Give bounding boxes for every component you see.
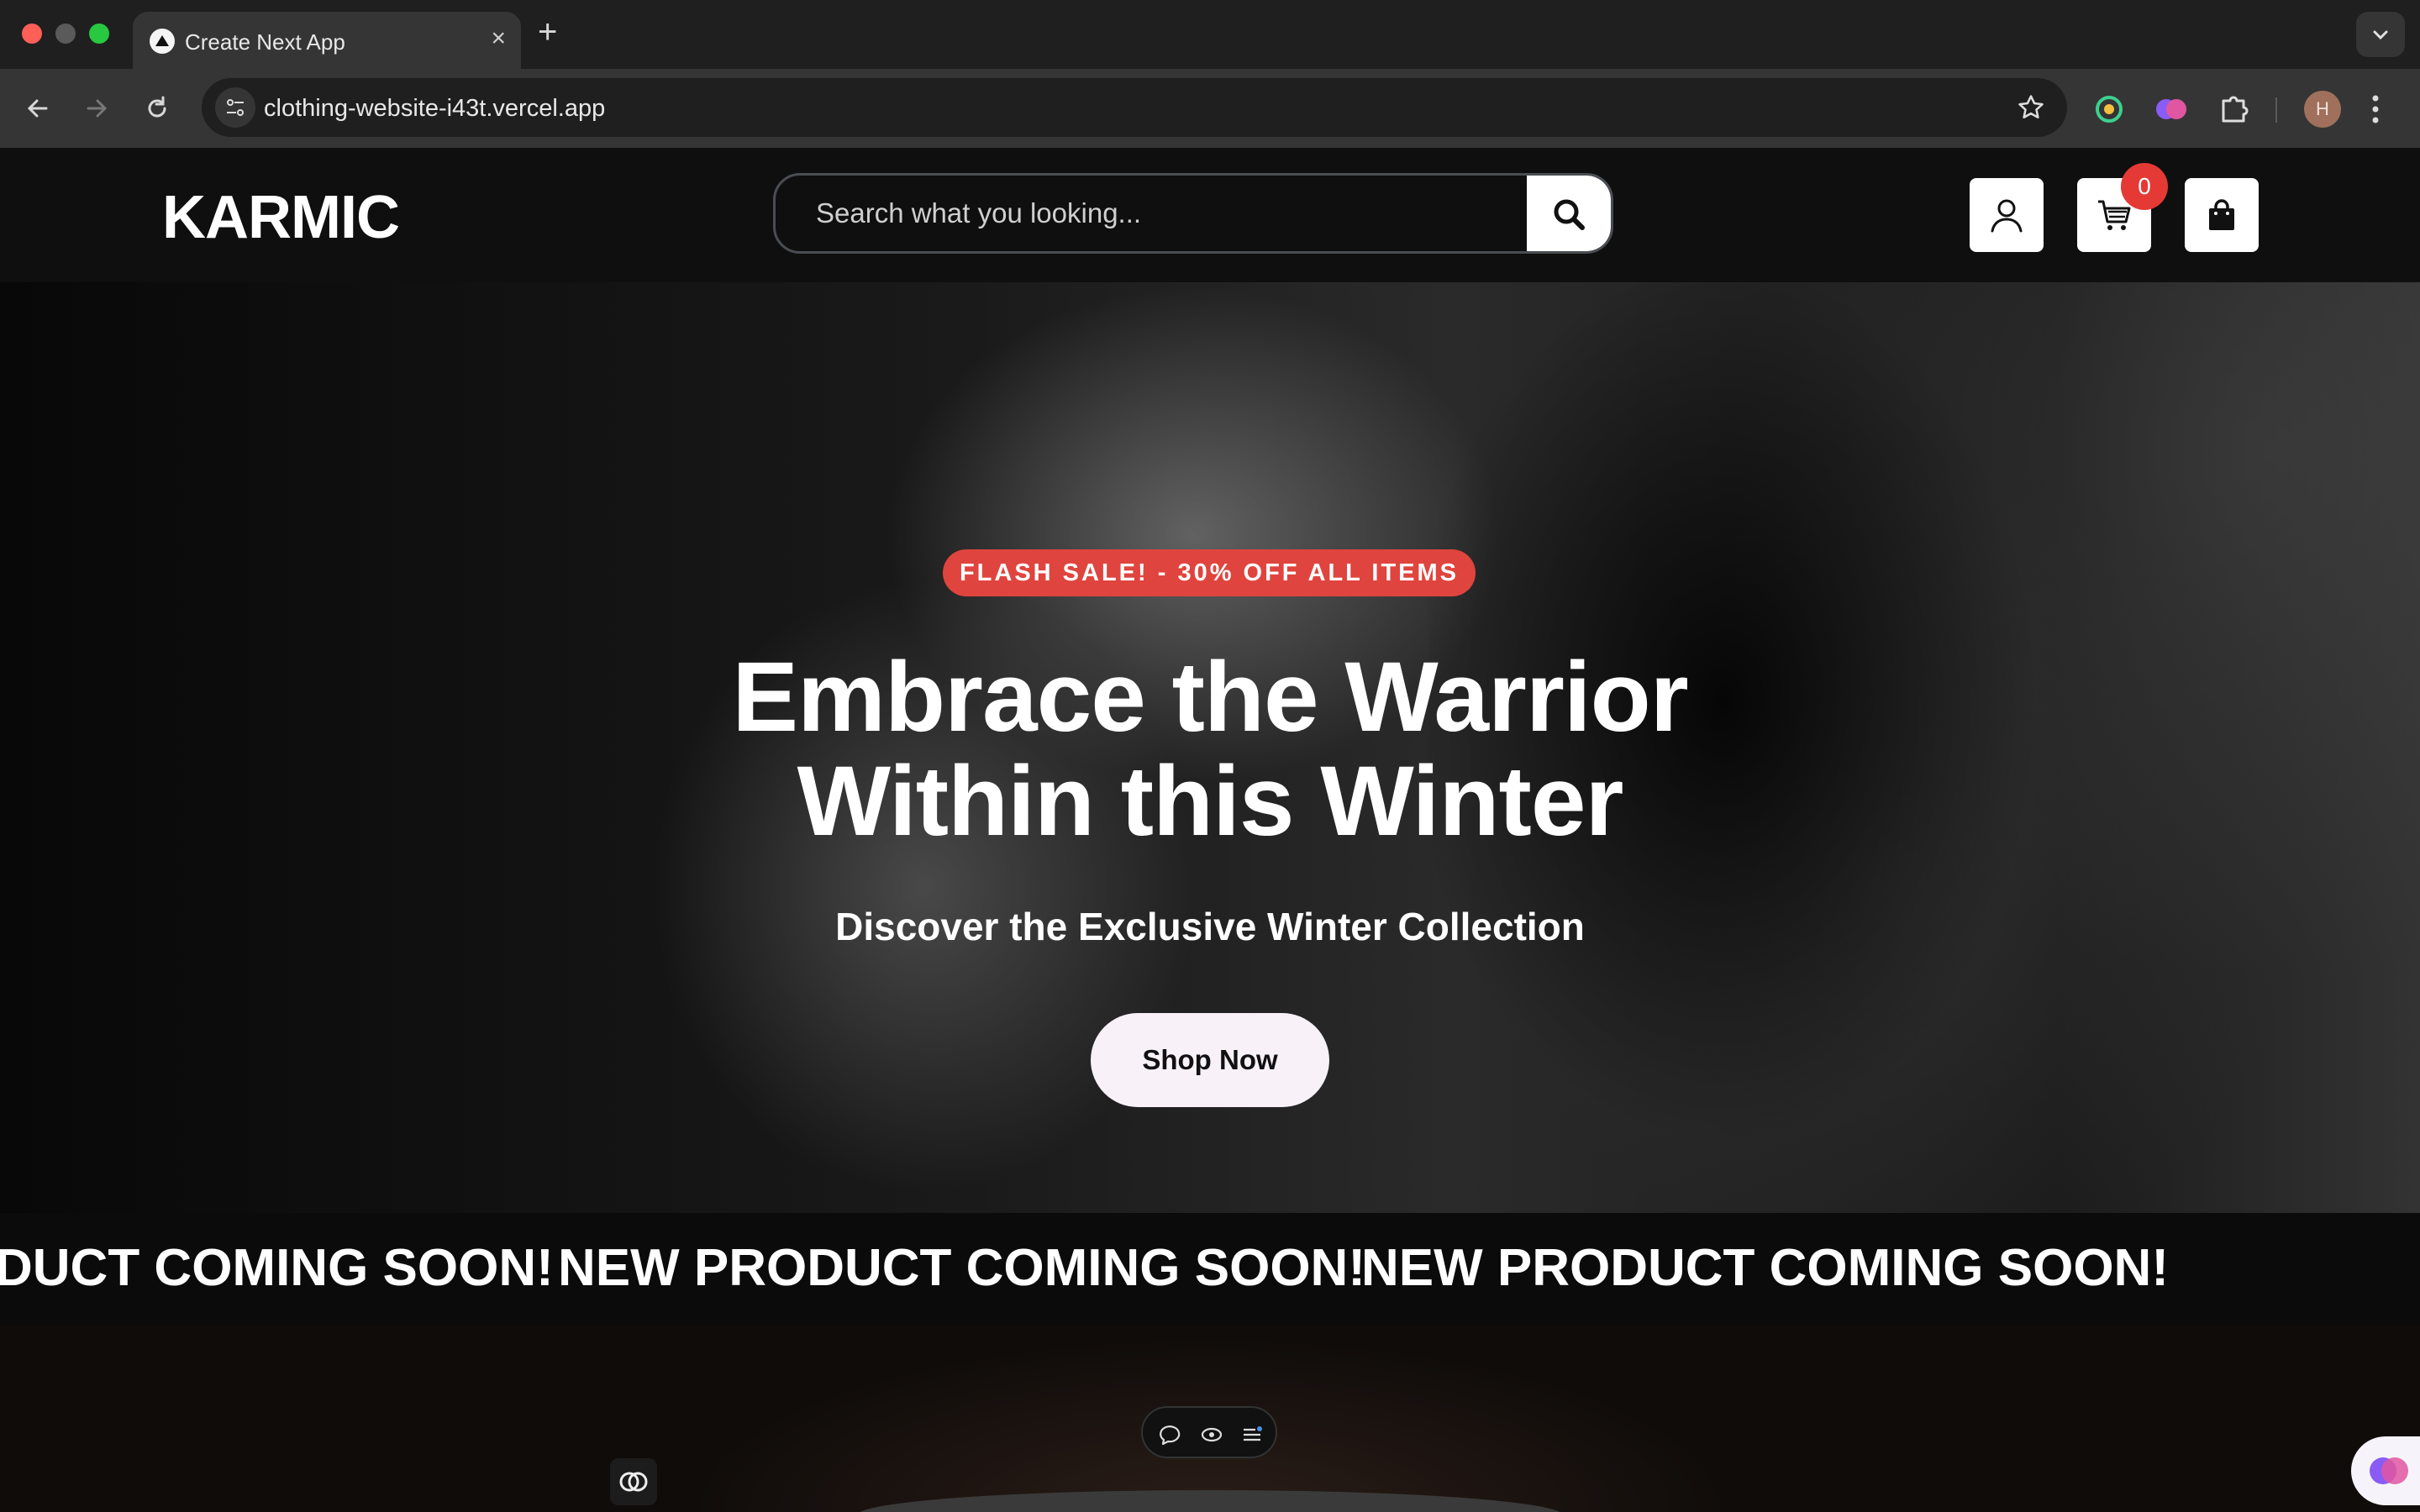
- cart-count-badge: 0: [2121, 163, 2168, 210]
- maximize-window-button[interactable]: [89, 24, 109, 44]
- search-button[interactable]: [1527, 176, 1611, 251]
- nextjs-favicon-icon: [150, 29, 175, 54]
- account-button[interactable]: [1970, 178, 2044, 252]
- hero-subtitle: Discover the Exclusive Winter Collection: [835, 905, 1585, 948]
- eye-icon[interactable]: [1200, 1423, 1223, 1446]
- address-bar[interactable]: clothing-website-i43t.vercel.app: [202, 78, 2067, 137]
- back-icon: [27, 99, 48, 118]
- hero-title-line2: Within this Winter: [797, 746, 1624, 857]
- tab-search-button[interactable]: [2356, 12, 2405, 57]
- user-icon: [1991, 199, 2023, 233]
- back-button[interactable]: [17, 87, 59, 129]
- marquee-item: NEW PRODUCT COMING SOON!: [558, 1239, 1365, 1297]
- minimize-window-button[interactable]: [55, 24, 76, 44]
- assistant-brain-icon[interactable]: [610, 1458, 657, 1505]
- site-logo[interactable]: KARMIC: [162, 183, 400, 252]
- chevron-down-icon: [2373, 30, 2388, 40]
- extensions-icon[interactable]: [2213, 89, 2254, 129]
- orders-button[interactable]: [2185, 178, 2259, 252]
- forward-button[interactable]: [76, 87, 118, 129]
- page: Create Next App × + clothing-website-i43…: [0, 0, 2420, 1512]
- forward-icon: [87, 99, 108, 118]
- list-icon[interactable]: [1240, 1423, 1264, 1446]
- browser-toolbar: clothing-website-i43t.vercel.app H: [0, 69, 2420, 148]
- marquee-item: NEW PRODUCT COMING SOON!: [1361, 1239, 2169, 1297]
- extension-brain-icon[interactable]: [2151, 89, 2191, 129]
- shopping-bag-icon: [2209, 199, 2234, 230]
- product-image: [857, 1490, 1563, 1512]
- assistant-launcher-icon[interactable]: [2351, 1436, 2420, 1505]
- more-menu-icon[interactable]: [2370, 92, 2381, 126]
- url-text[interactable]: clothing-website-i43t.vercel.app: [264, 95, 605, 123]
- comment-icon[interactable]: [1160, 1423, 1183, 1446]
- reload-button[interactable]: [136, 87, 178, 129]
- reload-icon: [148, 96, 166, 118]
- hero-title-line1: Embrace the Warrior: [732, 642, 1688, 753]
- search-icon: [1554, 199, 1585, 230]
- tune-icon: [227, 99, 244, 116]
- shop-now-button[interactable]: Shop Now: [1091, 1013, 1329, 1107]
- featured-product-section: [0, 1326, 2420, 1512]
- site-header: KARMIC 0: [0, 148, 2420, 282]
- extension-target-icon[interactable]: [2089, 89, 2129, 129]
- hero-title: Embrace the Warrior Within this Winter: [622, 645, 1798, 853]
- tab-close-icon[interactable]: ×: [491, 26, 506, 51]
- site-info-button[interactable]: [215, 87, 255, 128]
- search-input[interactable]: [816, 176, 1539, 251]
- browser-tab[interactable]: Create Next App ×: [133, 12, 521, 69]
- profile-avatar[interactable]: H: [2304, 91, 2341, 128]
- browser-tab-bar: Create Next App × +: [0, 0, 2420, 69]
- hero-banner: FLASH SALE! - 30% OFF ALL ITEMS Embrace …: [0, 282, 2420, 1213]
- announcement-marquee: DUCT COMING SOON! NEW PRODUCT COMING SOO…: [0, 1213, 2420, 1326]
- toolbar-separator: [2275, 97, 2277, 123]
- new-tab-button[interactable]: +: [538, 13, 557, 50]
- search-bar: [773, 173, 1613, 254]
- flash-sale-badge: FLASH SALE! - 30% OFF ALL ITEMS: [943, 549, 1476, 596]
- floating-toolbar: [1141, 1406, 1277, 1458]
- close-window-button[interactable]: [22, 24, 42, 44]
- tab-title: Create Next App: [185, 29, 345, 55]
- marquee-item: DUCT COMING SOON!: [0, 1239, 554, 1297]
- star-icon[interactable]: [2017, 93, 2045, 122]
